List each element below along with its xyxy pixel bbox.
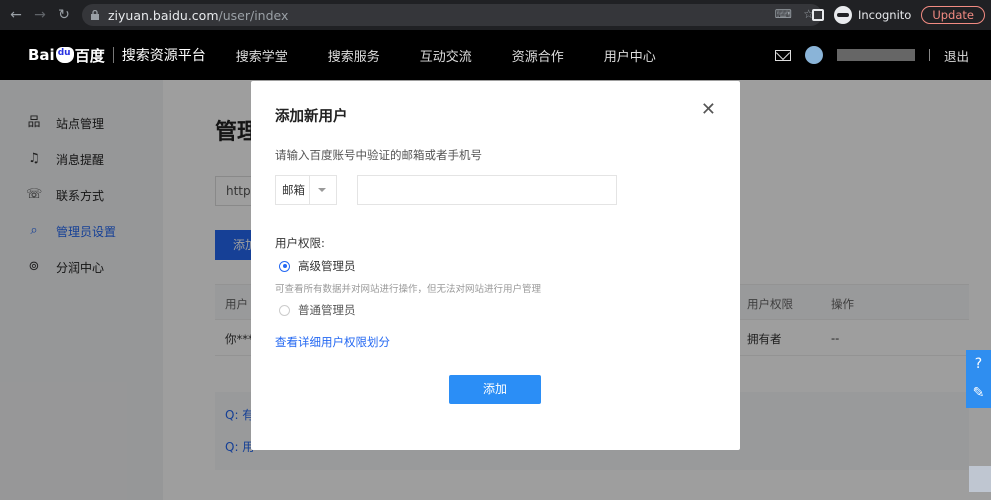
- close-icon[interactable]: ✕: [701, 99, 716, 120]
- lock-icon: [91, 10, 99, 20]
- permission-detail-link[interactable]: 查看详细用户权限划分: [275, 334, 390, 350]
- radio-normal-admin[interactable]: 普通管理员: [279, 302, 356, 318]
- logo-text: Bai: [28, 46, 55, 64]
- browser-actions: Incognito Update: [811, 4, 985, 26]
- nav-item-community[interactable]: 互动交流: [420, 46, 472, 65]
- top-nav: 搜索学堂 搜索服务 互动交流 资源合作 用户中心: [236, 46, 696, 65]
- floating-toolbar: ? ✎: [966, 350, 991, 408]
- nav-item-partnership[interactable]: 资源合作: [512, 46, 564, 65]
- address-bar[interactable]: ziyuan.baidu.com /user/index ⌨ ☆: [82, 4, 822, 26]
- radio-label: 普通管理员: [298, 303, 356, 317]
- browser-toolbar: ← → ↻ ziyuan.baidu.com /user/index ⌨ ☆ I…: [0, 0, 991, 30]
- help-icon[interactable]: ?: [966, 350, 991, 379]
- radio-unchecked-icon: [279, 304, 290, 316]
- incognito-label: Incognito: [857, 8, 912, 22]
- url-path: /user/index: [218, 7, 289, 23]
- incognito-indicator[interactable]: Incognito: [833, 6, 912, 24]
- avatar[interactable]: [804, 46, 823, 64]
- permission-label: 用户权限:: [275, 236, 325, 250]
- update-button[interactable]: Update: [921, 6, 985, 24]
- nav-item-learning[interactable]: 搜索学堂: [236, 46, 288, 65]
- add-user-dialog: 添加新用户 ✕ 请输入百度账号中验证的邮箱或者手机号 邮箱 用户权限: 高级管理…: [251, 81, 740, 450]
- senior-admin-description: 可查看所有数据并对网站进行操作，但无法对网站进行用户管理: [275, 284, 542, 295]
- feedback-icon[interactable]: ✎: [966, 379, 991, 408]
- corner-widget-icon[interactable]: [969, 466, 991, 492]
- chevron-down-icon: [318, 188, 326, 192]
- account-type-value: 邮箱: [276, 176, 310, 204]
- radio-checked-icon: [279, 260, 290, 272]
- header-user-area: 退出: [774, 30, 969, 80]
- forward-icon[interactable]: →: [28, 7, 52, 23]
- sidepanel-icon[interactable]: [811, 9, 824, 21]
- account-hint: 请输入百度账号中验证的邮箱或者手机号: [275, 148, 482, 162]
- logout-link[interactable]: 退出: [944, 46, 969, 65]
- logo-suffix: 百度: [74, 46, 105, 65]
- url-host: ziyuan.baidu.com: [108, 7, 219, 23]
- header-divider: [928, 49, 930, 61]
- mail-icon[interactable]: [774, 49, 791, 61]
- nav-item-user-center[interactable]: 用户中心: [604, 46, 656, 65]
- translate-icon[interactable]: ⌨: [775, 7, 792, 21]
- nav-item-services[interactable]: 搜索服务: [328, 46, 380, 65]
- radio-label: 高级管理员: [298, 259, 356, 273]
- username-redacted[interactable]: [836, 49, 915, 61]
- radio-senior-admin[interactable]: 高级管理员: [279, 258, 356, 274]
- account-type-select[interactable]: 邮箱: [275, 175, 337, 205]
- app-header: Bai 百度 搜索资源平台 搜索学堂 搜索服务 互动交流 资源合作 用户中心 退…: [0, 30, 991, 80]
- baidu-logo[interactable]: Bai 百度 搜索资源平台: [28, 45, 206, 66]
- incognito-icon: [833, 6, 852, 24]
- dialog-title: 添加新用户: [275, 109, 348, 125]
- reload-icon[interactable]: ↻: [52, 7, 76, 23]
- account-input[interactable]: [357, 175, 617, 205]
- paw-icon: [55, 47, 74, 63]
- confirm-add-button[interactable]: 添加: [449, 375, 541, 404]
- back-icon[interactable]: ←: [4, 7, 28, 23]
- logo-divider: [112, 47, 114, 63]
- platform-name: 搜索资源平台: [121, 48, 206, 64]
